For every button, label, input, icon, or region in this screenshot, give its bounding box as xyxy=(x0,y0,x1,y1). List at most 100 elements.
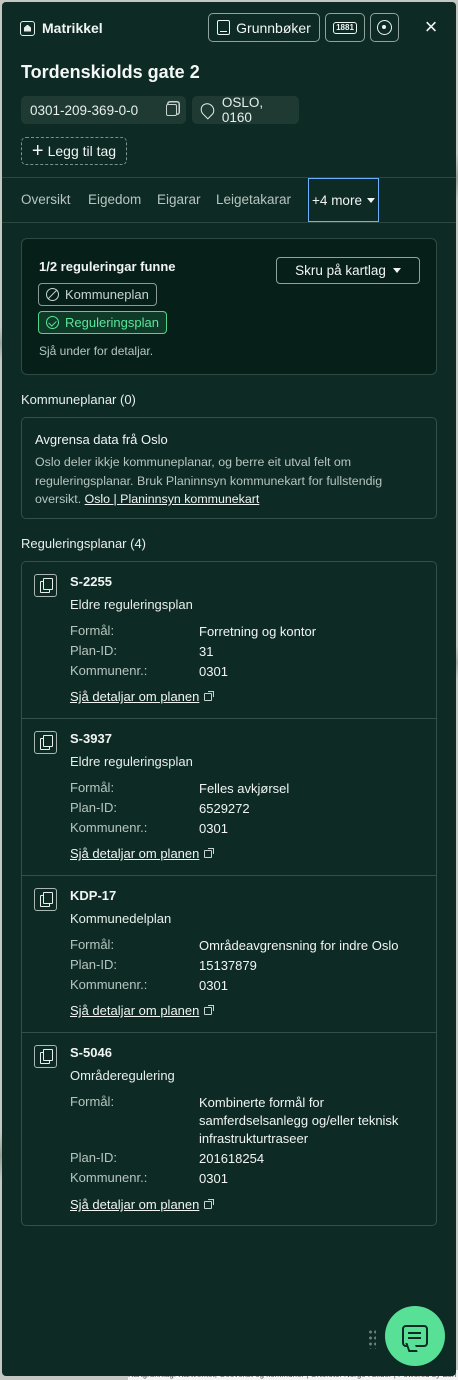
panel-header: Matrikkel Grunnbøker 1881 × xyxy=(2,2,456,54)
location-pin-icon xyxy=(197,100,217,120)
grunnboker-button[interactable]: Grunnbøker xyxy=(208,13,320,42)
formal-label: Formål: xyxy=(70,623,115,638)
formal-label: Formål: xyxy=(70,937,115,952)
planinnsyn-link[interactable]: Oslo | Planinnsyn kommunekart xyxy=(85,492,260,506)
plan-card: S-5046 Områderegulering Formål: Kombiner… xyxy=(22,1033,436,1225)
property-id: 0301-209-369-0-0 xyxy=(30,102,139,118)
tab-bar: Oversikt Eigedom Eigarar Leigetakarar +4… xyxy=(2,177,456,223)
formal-label: Formål: xyxy=(70,780,115,795)
plan-code: S-3937 xyxy=(70,731,112,746)
summary-note: Sjå under for detaljar. xyxy=(39,344,154,358)
add-tag-label: Legg til tag xyxy=(47,143,117,159)
locate-button[interactable] xyxy=(370,13,399,42)
crosshair-icon xyxy=(377,20,392,35)
address-chip[interactable]: OSLO, 0160 xyxy=(192,95,299,125)
notice-text: Oslo deler ikkje kommuneplanar, og berre… xyxy=(35,453,425,509)
tab-eigedom[interactable]: Eigedom xyxy=(88,192,141,207)
plan-card: KDP-17 Kommunedelplan Formål: Områdeavgr… xyxy=(22,876,436,1033)
plan-details-label: Sjå detaljar om planen xyxy=(70,689,200,704)
map-layer-toggle-button[interactable]: Skru på kartlag xyxy=(276,257,420,284)
document-icon xyxy=(34,574,57,597)
reguleringsplan-status-badge: Reguleringsplan xyxy=(38,311,167,334)
plan-id-label: Plan-ID: xyxy=(70,643,117,658)
kommuneplan-status-badge: Kommuneplan xyxy=(38,283,157,306)
drag-handle[interactable] xyxy=(368,1329,376,1349)
plan-id-value: 6529272 xyxy=(199,801,250,816)
brand-label: Matrikkel xyxy=(42,20,103,36)
book-icon xyxy=(217,20,231,35)
plan-id-value: 31 xyxy=(199,644,214,659)
reguleringsplanar-heading: Reguleringsplanar (4) xyxy=(21,536,147,551)
plan-id-value: 201618254 xyxy=(199,1151,265,1166)
plan-id-label: Plan-ID: xyxy=(70,800,117,815)
plan-details-label: Sjå detaljar om planen xyxy=(70,1197,200,1212)
tab-eigarar[interactable]: Eigarar xyxy=(157,192,201,207)
brand: Matrikkel xyxy=(20,20,103,36)
plus-icon: + xyxy=(31,140,44,162)
home-icon xyxy=(20,20,35,36)
tab-more-label: +4 more xyxy=(312,192,362,208)
external-link-icon xyxy=(204,1004,215,1015)
tab-leigetakarar[interactable]: Leigetakarar xyxy=(216,192,291,207)
plan-card: S-2255 Eldre reguleringsplan Formål: For… xyxy=(22,562,436,719)
reguleringsplan-badge-label: Reguleringsplan xyxy=(65,315,159,330)
plan-details-link[interactable]: Sjå detaljar om planen xyxy=(70,1197,215,1212)
badge-1881: 1881 xyxy=(333,21,357,34)
plan-list: S-2255 Eldre reguleringsplan Formål: For… xyxy=(21,561,437,1226)
plan-code: KDP-17 xyxy=(70,888,117,903)
property-id-chip[interactable]: 0301-209-369-0-0 xyxy=(21,96,186,124)
plan-details-label: Sjå detaljar om planen xyxy=(70,846,200,861)
check-circle-icon xyxy=(46,316,59,329)
formal-value: Kombinerte formål for samferdselsanlegg … xyxy=(199,1095,399,1146)
kommuneplanar-heading: Kommuneplanar (0) xyxy=(21,392,136,407)
summary-title: 1/2 reguleringar funne xyxy=(39,259,176,274)
external-link-icon xyxy=(204,1198,215,1209)
copy-icon[interactable] xyxy=(166,104,177,116)
add-tag-button[interactable]: + Legg til tag xyxy=(21,137,127,165)
chat-icon xyxy=(402,1325,428,1347)
document-icon xyxy=(34,731,57,754)
plan-type: Områderegulering xyxy=(70,1068,175,1083)
plan-details-label: Sjå detaljar om planen xyxy=(70,1003,200,1018)
kommunenr-label: Kommunenr.: xyxy=(70,1170,148,1185)
tab-more-dropdown[interactable]: +4 more xyxy=(308,178,379,222)
property-panel: Matrikkel Grunnbøker 1881 × Tordenskiold… xyxy=(2,2,456,1376)
plan-details-link[interactable]: Sjå detaljar om planen xyxy=(70,846,215,861)
document-icon xyxy=(34,888,57,911)
formal-value: Forretning og kontor xyxy=(199,624,317,639)
plan-type: Eldre reguleringsplan xyxy=(70,754,193,769)
external-link-icon xyxy=(204,690,215,701)
page-title: Tordenskiolds gate 2 xyxy=(21,62,200,82)
formal-value: Felles avkjørsel xyxy=(199,781,290,796)
kommunenr-value: 0301 xyxy=(199,1171,228,1186)
kommunenr-label: Kommunenr.: xyxy=(70,820,148,835)
chevron-down-icon xyxy=(392,268,401,273)
plan-type: Kommunedelplan xyxy=(70,911,172,926)
kommunenr-value: 0301 xyxy=(199,978,228,993)
chevron-down-icon xyxy=(366,197,375,203)
chat-button[interactable] xyxy=(385,1306,445,1366)
formal-label: Formål: xyxy=(70,1094,115,1109)
kommunenr-label: Kommunenr.: xyxy=(70,663,148,678)
map-layer-label: Skru på kartlag xyxy=(295,263,386,278)
plan-details-link[interactable]: Sjå detaljar om planen xyxy=(70,1003,215,1018)
close-icon[interactable]: × xyxy=(418,15,444,41)
plan-details-link[interactable]: Sjå detaljar om planen xyxy=(70,689,215,704)
kommunenr-value: 0301 xyxy=(199,664,228,679)
plan-card: S-3937 Eldre reguleringsplan Formål: Fel… xyxy=(22,719,436,876)
kommuneplan-badge-label: Kommuneplan xyxy=(65,287,149,302)
kommunenr-label: Kommunenr.: xyxy=(70,977,148,992)
notice-title: Avgrensa data frå Oslo xyxy=(35,432,168,447)
address-text: OSLO, 0160 xyxy=(221,95,264,125)
formal-value: Områdeavgrensning for indre Oslo xyxy=(199,938,399,953)
tab-oversikt[interactable]: Oversikt xyxy=(21,192,71,207)
oslo-data-notice: Avgrensa data frå Oslo Oslo deler ikkje … xyxy=(21,417,437,519)
plan-id-label: Plan-ID: xyxy=(70,957,117,972)
external-link-icon xyxy=(204,847,215,858)
plan-code: S-5046 xyxy=(70,1045,112,1060)
kommunenr-value: 0301 xyxy=(199,821,228,836)
lookup-1881-button[interactable]: 1881 xyxy=(325,13,365,42)
grunnboker-label: Grunnbøker xyxy=(236,19,311,36)
regulation-summary-card: 1/2 reguleringar funne Skru på kartlag K… xyxy=(21,238,437,375)
plan-id-label: Plan-ID: xyxy=(70,1150,117,1165)
